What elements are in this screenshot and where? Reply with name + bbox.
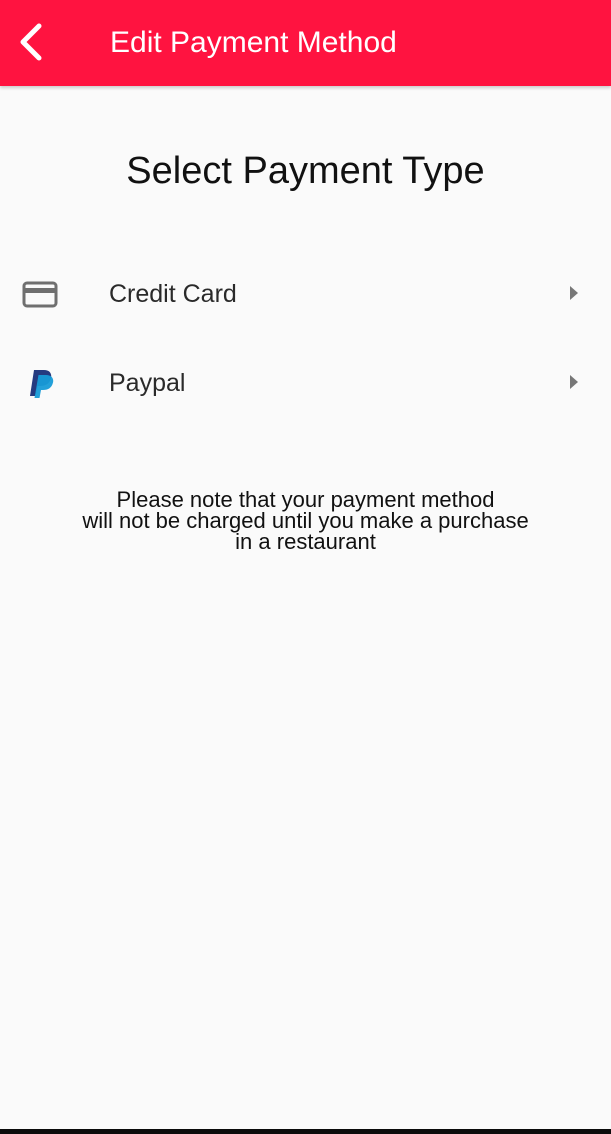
option-label-credit-card: Credit Card — [109, 280, 237, 308]
chevron-left-icon — [20, 23, 42, 61]
note-line: Please note that your payment method — [116, 487, 495, 512]
option-credit-card[interactable]: Credit Card — [0, 254, 611, 334]
note-line: in a restaurant — [235, 529, 376, 554]
note-line: will not be charged until you make a pur… — [82, 508, 529, 533]
page-title: Edit Payment Method — [110, 26, 397, 59]
chevron-right-icon — [570, 286, 578, 300]
back-button[interactable] — [10, 19, 50, 65]
option-label-paypal: Paypal — [109, 369, 186, 397]
app-bar: Edit Payment Method — [0, 0, 611, 86]
option-paypal[interactable]: Paypal — [0, 343, 611, 423]
system-bottom-bar — [0, 1129, 611, 1134]
payment-note: Please note that your payment method wil… — [40, 487, 571, 554]
section-heading: Select Payment Type — [126, 150, 485, 192]
chevron-right-icon — [570, 375, 578, 389]
credit-card-icon — [22, 281, 58, 308]
paypal-icon — [30, 370, 54, 398]
